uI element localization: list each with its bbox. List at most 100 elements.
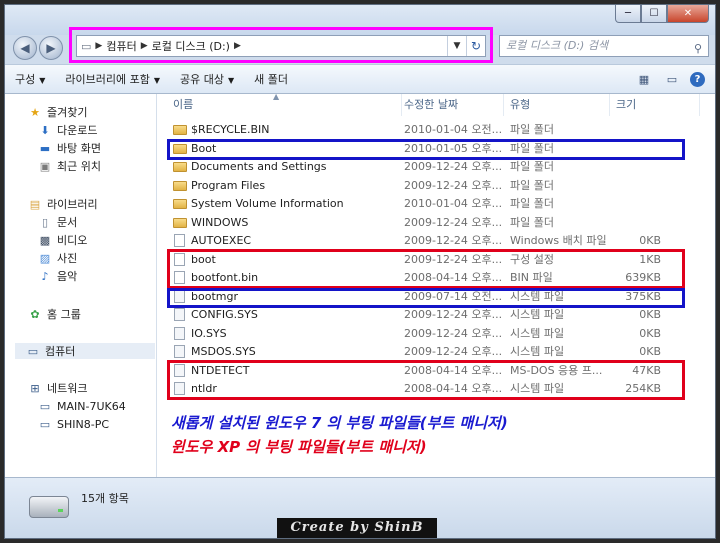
table-row[interactable]: CONFIG.SYS 2009-12-24 오후... 시스템 파일 0KB: [169, 306, 705, 324]
sidebar-network[interactable]: ⊞ 네트워크: [27, 380, 87, 396]
sidebar-item-music[interactable]: ♪ 음악: [37, 268, 77, 284]
sidebar-homegroup-label: 홈 그룹: [47, 308, 81, 321]
table-row[interactable]: Documents and Settings 2009-12-24 오후... 파일…: [169, 158, 705, 176]
sidebar-item-network-pc[interactable]: ▭ SHIN8-PC: [37, 416, 109, 432]
file-name: Program Files: [191, 178, 266, 192]
file-icon: [174, 345, 185, 358]
file-date: 2009-12-24 오후...: [404, 215, 503, 229]
sidebar-item-desktop[interactable]: ▬ 바탕 화면: [37, 140, 101, 156]
table-row[interactable]: NTDETECT 2008-04-14 오후... MS-DOS 응용 프... 47…: [169, 362, 705, 380]
file-date: 2009-12-24 오후...: [404, 252, 503, 266]
sidebar-favorites-label: 즐겨찾기: [47, 106, 88, 119]
close-button[interactable]: ✕: [667, 5, 709, 23]
table-row[interactable]: bootfont.bin 2008-04-14 오후... BIN 파일 639KB: [169, 269, 705, 287]
forward-button[interactable]: ▶: [39, 36, 63, 60]
preview-pane-icon[interactable]: ▭: [662, 73, 682, 86]
organize-button[interactable]: 구성 ▼: [5, 71, 55, 87]
file-name: $RECYCLE.BIN: [191, 123, 270, 136]
pictures-icon: ▨: [39, 251, 51, 265]
file-type: 시스템 파일: [510, 308, 565, 321]
new-folder-button[interactable]: 새 폴더: [244, 71, 298, 87]
file-type: 파일 폴더: [510, 141, 554, 155]
command-bar: 구성 ▼ 라이브러리에 포함 ▼ 공유 대상 ▼ 새 폴더 ▦ ▭ ?: [5, 64, 715, 94]
file-size: 0KB: [639, 234, 661, 247]
file-date: 2008-04-14 오후...: [404, 363, 503, 377]
forward-arrow-icon: ▶: [46, 41, 56, 55]
column-header-name[interactable]: 이름: [167, 94, 402, 116]
file-size: 254KB: [625, 382, 661, 395]
file-date: 2008-04-14 오후...: [404, 382, 503, 395]
address-highlight-box: [69, 27, 493, 63]
table-row[interactable]: MSDOS.SYS 2009-12-24 오후... 시스템 파일 0KB: [169, 343, 705, 361]
column-header-size[interactable]: 크기: [610, 94, 700, 116]
file-icon: [174, 289, 185, 303]
table-row[interactable]: WINDOWS 2009-12-24 오후... 파일 폴더: [169, 214, 705, 232]
file-icon: [174, 326, 185, 340]
sidebar-homegroup[interactable]: ✿ 홈 그룹: [27, 306, 81, 322]
folder-icon: [173, 180, 187, 191]
file-icon: [174, 234, 185, 247]
navigation-pane: ★ 즐겨찾기 ⬇ 다운로드 ▬ 바탕 화면 ▣ 최근 위치 ▤ 라이브러리 ▯ 문서 ▩ 비디…: [5, 94, 157, 477]
table-row[interactable]: ntldr 2008-04-14 오후... 시스템 파일 254KB: [169, 380, 705, 398]
minimize-button[interactable]: ─: [615, 5, 641, 23]
hard-drive-icon: [29, 496, 69, 518]
file-name: CONFIG.SYS: [191, 308, 258, 321]
file-name: Boot: [191, 141, 217, 155]
table-row[interactable]: AUTOEXEC 2009-12-24 오후... Windows 배치 파일 0KB: [169, 232, 705, 250]
homegroup-icon: ✿: [30, 307, 40, 321]
back-button[interactable]: ◀: [13, 36, 37, 60]
sidebar-item-label: 문서: [57, 216, 78, 229]
sidebar-item-recent[interactable]: ▣ 최근 위치: [37, 158, 101, 174]
sidebar-item-network-pc[interactable]: ▭ MAIN-7UK64: [37, 398, 126, 414]
file-type: MS-DOS 응용 프...: [510, 363, 603, 377]
sidebar-libraries-label: 라이브러리: [47, 198, 98, 211]
sidebar-item-label: 바탕 화면: [57, 142, 101, 155]
search-icon[interactable]: ⚲: [694, 39, 702, 59]
explorer-window: ─ ☐ ✕ ◀ ▶ ▭ ▶ 컴퓨터 ▶ 로컬 디스크 (D:) ▶ ▼ ↻ 로컬…: [4, 4, 716, 539]
sidebar-libraries[interactable]: ▤ 라이브러리: [27, 196, 98, 212]
column-header-modified[interactable]: 수정한 날짜: [398, 94, 504, 116]
sidebar-item-downloads[interactable]: ⬇ 다운로드: [37, 122, 97, 138]
file-type: Windows 배치 파일: [510, 234, 607, 247]
sidebar-favorites[interactable]: ★ 즐겨찾기: [27, 104, 87, 120]
file-size: 375KB: [625, 289, 661, 303]
table-row[interactable]: IO.SYS 2009-12-24 오후... 시스템 파일 0KB: [169, 325, 705, 343]
file-date: 2009-07-14 오전...: [404, 289, 503, 303]
file-type: 구성 설정: [510, 252, 554, 266]
sort-arrow-icon: ▲: [273, 92, 280, 101]
table-row[interactable]: Boot 2010-01-05 오후... 파일 폴더: [169, 140, 705, 158]
computer-icon: ▭: [27, 344, 39, 358]
file-size: 0KB: [639, 345, 661, 358]
file-type: 시스템 파일: [510, 345, 565, 358]
table-row[interactable]: boot 2009-12-24 오후... 구성 설정 1KB: [169, 251, 705, 269]
documents-icon: ▯: [41, 215, 49, 229]
sidebar-item-videos[interactable]: ▩ 비디오: [37, 232, 88, 248]
table-row[interactable]: $RECYCLE.BIN 2010-01-04 오전... 파일 폴더: [169, 121, 705, 139]
sidebar-item-documents[interactable]: ▯ 문서: [37, 214, 77, 230]
file-date: 2010-01-04 오후...: [404, 197, 503, 210]
search-input[interactable]: 로컬 디스크 (D:) 검색 ⚲: [499, 35, 709, 57]
file-list: 이름 수정한 날짜 유형 크기 ▲ $RECYCLE.BIN 2010-01-04…: [157, 92, 715, 477]
include-library-button[interactable]: 라이브러리에 포함 ▼: [55, 71, 170, 87]
column-header-type[interactable]: 유형: [504, 94, 610, 116]
file-name: WINDOWS: [191, 215, 249, 229]
sidebar-item-pictures[interactable]: ▨ 사진: [37, 250, 77, 266]
share-with-button[interactable]: 공유 대상 ▼: [170, 71, 244, 87]
sidebar-item-label: 음악: [57, 270, 78, 283]
file-date: 2009-12-24 오후...: [404, 326, 503, 340]
change-view-icon[interactable]: ▦: [634, 73, 654, 86]
file-icon: [174, 271, 185, 284]
file-type: 시스템 파일: [510, 326, 565, 340]
star-icon: ★: [30, 105, 40, 119]
maximize-button[interactable]: ☐: [641, 5, 667, 23]
sidebar-computer[interactable]: ▭ 컴퓨터: [15, 343, 155, 359]
file-name: MSDOS.SYS: [191, 345, 256, 358]
network-icon: ⊞: [30, 381, 40, 395]
table-row[interactable]: System Volume Information 2010-01-04 오후..…: [169, 195, 705, 213]
file-icon: [174, 382, 185, 395]
table-row[interactable]: Program Files 2009-12-24 오후... 파일 폴더: [169, 177, 705, 195]
help-icon[interactable]: ?: [690, 71, 705, 87]
creator-credit: Create by ShinB: [277, 518, 437, 538]
table-row[interactable]: bootmgr 2009-07-14 오전... 시스템 파일 375KB: [169, 288, 705, 306]
file-type: 파일 폴더: [510, 160, 554, 173]
